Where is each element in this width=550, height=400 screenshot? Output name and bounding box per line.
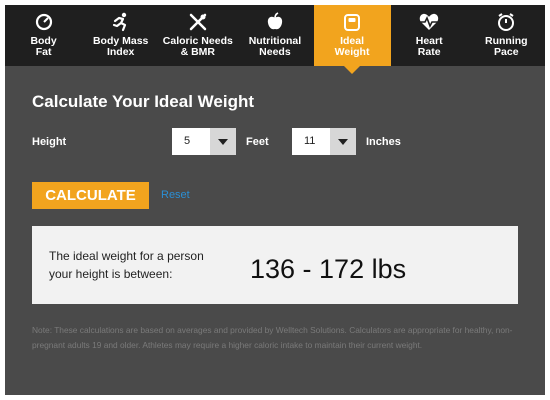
inches-label: Inches [366,136,401,148]
tab-body-mass-index[interactable]: Body Mass Index [82,5,159,66]
stopwatch-icon [496,11,516,33]
utensils-icon [188,11,208,33]
tab-label: Nutritional Needs [248,35,302,58]
reset-link[interactable]: Reset [161,189,190,201]
tab-nutritional-needs[interactable]: Nutritional Needs [236,5,313,66]
calculate-button[interactable]: CALCULATE [32,182,149,209]
tab-label: Ideal Weight [334,35,370,58]
scale-icon [34,11,54,33]
tab-label: Body Fat [30,35,57,58]
tab-caloric-needs[interactable]: Caloric Needs & BMR [159,5,236,66]
tab-label: Body Mass Index [92,35,149,58]
inches-value: 11 [304,135,316,147]
tab-running-pace[interactable]: Running Pace [468,5,545,66]
tab-label: Heart Rate [415,35,443,58]
tab-body-fat[interactable]: Body Fat [5,5,82,66]
result-value: 136 - 172 lbs [250,254,407,284]
tab-label: Running Pace [485,35,528,58]
feet-label: Feet [246,136,269,148]
runner-icon [111,11,131,33]
calculator-widget: Body Fat Body Mass Index Caloric Needs &… [5,5,545,395]
tab-ideal-weight[interactable]: Ideal Weight [313,5,391,74]
inches-select[interactable]: 11 [292,128,356,155]
result-text: The ideal weight for a person your heigh… [49,249,204,281]
height-label: Height [32,136,67,148]
disclaimer-note: Note: These calculations are based on av… [32,325,513,350]
calculator-tabs: Body Fat Body Mass Index Caloric Needs &… [5,5,545,74]
tab-heart-rate[interactable]: Heart Rate [391,5,468,66]
feet-value: 5 [184,135,191,147]
chevron-down-icon[interactable] [210,128,236,155]
tab-label: Caloric Needs & BMR [162,35,233,58]
page-title: Calculate Your Ideal Weight [32,92,254,111]
apple-icon [265,11,285,33]
feet-select[interactable]: 5 [172,128,236,155]
result-box: The ideal weight for a person your heigh… [32,226,518,304]
heart-pulse-icon [418,11,440,33]
chevron-down-icon[interactable] [330,128,356,155]
weight-scale-icon [342,11,362,33]
